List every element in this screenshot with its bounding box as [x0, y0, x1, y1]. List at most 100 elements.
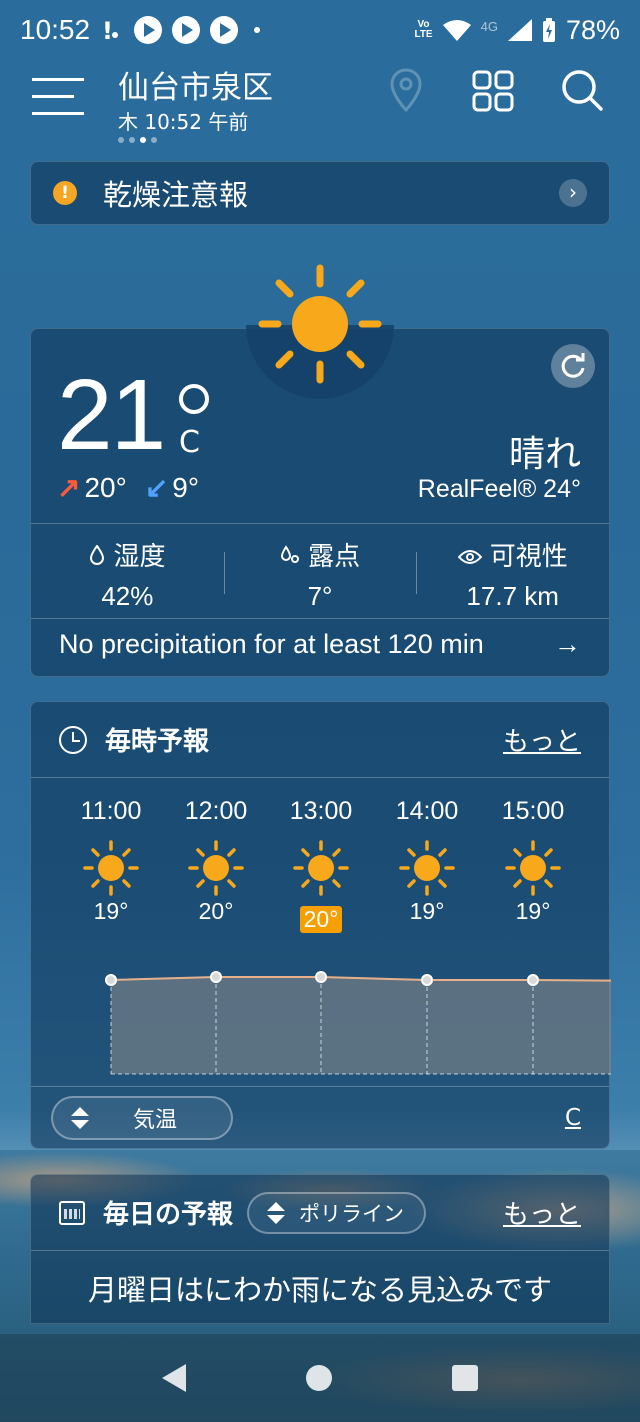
hourly-header: 毎時予報 もっと: [31, 702, 609, 778]
hour-time: 12:00: [184, 797, 248, 825]
unit-toggle-link[interactable]: C: [565, 1105, 581, 1131]
page-dot: [151, 137, 157, 143]
precip-text: No precipitation for at least 120 min: [59, 629, 484, 659]
low-temp: 9°: [172, 471, 200, 503]
clock-icon: [59, 725, 87, 754]
system-nav-bar: [0, 1334, 640, 1422]
hourly-more-link[interactable]: もっと: [503, 721, 581, 758]
hourly-item[interactable]: 14:00 19°: [382, 797, 472, 925]
media-play-icon: [210, 16, 239, 44]
location-title[interactable]: 仙台市泉区: [118, 62, 273, 107]
menu-line: [32, 112, 84, 115]
realfeel-text: RealFeel® 24°: [417, 475, 581, 503]
stat-name: 露点: [308, 542, 361, 572]
search-icon[interactable]: [560, 68, 604, 112]
hourly-footer: 気温 C: [31, 1086, 609, 1149]
more-dot-icon: [254, 27, 261, 33]
daily-more-link[interactable]: もっと: [503, 1194, 581, 1231]
sort-updown-icon: [267, 1201, 286, 1224]
hourly-temp-chart: [105, 971, 611, 1075]
stat-value: 7°: [307, 581, 333, 611]
page-dot-active: [140, 137, 146, 143]
network-type: 4G: [480, 18, 498, 34]
app-header: 仙台市泉区 木 10:52 午前: [0, 60, 640, 150]
refresh-icon: [561, 353, 585, 378]
media-play-icon: [134, 16, 163, 44]
sun-icon: [258, 264, 382, 384]
daily-title: 毎日の予報: [103, 1200, 234, 1230]
weather-alert-banner[interactable]: ! 乾燥注意報 ›: [30, 161, 610, 225]
page-indicator: [118, 137, 157, 143]
temperature-unit: C: [179, 425, 200, 460]
high-arrow-icon: ↗: [57, 472, 81, 503]
hourly-item[interactable]: 13:00 20°: [276, 797, 366, 933]
hour-temp: 19°: [515, 898, 551, 924]
sun-icon: [505, 840, 561, 896]
chevron-right-icon: ›: [559, 179, 587, 207]
daily-header: 毎日の予報 ポリライン もっと: [31, 1175, 609, 1251]
metric-selector[interactable]: 気温: [51, 1096, 233, 1140]
battery-percent: 78%: [565, 14, 620, 45]
hour-temp: 20°: [198, 898, 234, 924]
alert-label: 乾燥注意報: [103, 178, 249, 212]
nav-recents-button[interactable]: [452, 1365, 478, 1391]
daily-mode-selector[interactable]: ポリライン: [247, 1191, 427, 1234]
temp-point: [105, 974, 117, 986]
nav-home-button[interactable]: [306, 1365, 332, 1391]
page-dot: [129, 137, 135, 143]
warning-icon: !: [53, 181, 77, 205]
eye-icon: [457, 550, 482, 564]
media-play-icon: [172, 16, 201, 44]
current-temperature: 21: [57, 359, 166, 471]
temp-area: [111, 977, 611, 1074]
stat-name: 可視性: [489, 542, 568, 572]
temp-point: [315, 971, 327, 983]
hourly-item[interactable]: 12:00 20°: [171, 797, 261, 925]
sun-icon: [293, 840, 349, 896]
volte-label: Vo LTE: [414, 19, 433, 40]
sun-icon: [188, 840, 244, 896]
sun-badge: [246, 250, 394, 400]
stat-visibility: 可視性 17.7 km: [416, 524, 609, 618]
hour-temp: 20°: [299, 906, 343, 933]
sort-updown-icon: [71, 1107, 89, 1129]
sun-icon: [83, 840, 139, 896]
degree-symbol: [179, 384, 209, 414]
precipitation-link[interactable]: No precipitation for at least 120 min →: [59, 629, 581, 660]
layout-grid-icon[interactable]: [472, 70, 514, 112]
location-time: 木 10:52 午前: [118, 110, 249, 134]
refresh-button[interactable]: [551, 344, 595, 388]
stat-humidity: 湿度 42%: [31, 524, 224, 618]
high-low-temps: ↗ 20° ↙ 9°: [57, 471, 199, 504]
svg-text:!: !: [102, 17, 113, 43]
high-temp: 20°: [84, 471, 127, 503]
hour-time: 13:00: [289, 797, 353, 825]
dewpoint-icon: [280, 545, 299, 563]
hour-temp: 19°: [93, 898, 129, 924]
stats-row: 湿度 42% 露点 7° 可視性 17.7 km: [31, 523, 609, 619]
page-dot: [118, 137, 124, 143]
hour-temp: 19°: [409, 898, 445, 924]
arrow-right-icon: →: [554, 629, 581, 659]
menu-line: [32, 78, 84, 81]
daily-forecast-card: 毎日の予報 ポリライン もっと 月曜日はにわか雨になる見込みです: [30, 1174, 610, 1324]
metric-label: 気温: [133, 1108, 178, 1133]
hourly-title: 毎時予報: [105, 727, 210, 757]
stat-dewpoint: 露点 7°: [223, 524, 417, 618]
daily-summary: 月曜日はにわか雨になる見込みです: [87, 1273, 552, 1307]
stat-value: 42%: [101, 581, 154, 611]
status-bar: 10:52 ! Vo LTE 4G 78%: [0, 0, 640, 60]
temp-point: [210, 971, 222, 983]
notification-icon: !: [102, 17, 119, 43]
hourly-item[interactable]: 15:00 19°: [488, 797, 578, 925]
location-pin-icon: [390, 68, 422, 112]
wifi-icon: [442, 20, 471, 41]
low-arrow-icon: ↙: [144, 472, 169, 503]
nav-back-button[interactable]: [162, 1364, 186, 1392]
hourly-item[interactable]: 11:00 19°: [66, 797, 156, 925]
menu-button[interactable]: [32, 78, 84, 118]
battery-icon: [542, 18, 555, 42]
condition-text: 晴れ: [508, 434, 581, 475]
sun-icon: [399, 840, 455, 896]
hour-time: 14:00: [395, 797, 459, 825]
